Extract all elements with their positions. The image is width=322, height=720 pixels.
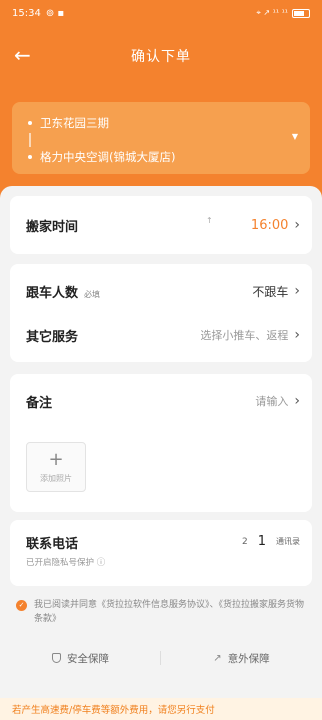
add-photo-button[interactable]: + 添加照片 xyxy=(26,442,86,492)
other-services-row[interactable]: 其它服务 选择小推车、返程 › xyxy=(26,320,300,350)
security-guarantee-label: 安全保障 xyxy=(67,652,109,665)
safety-divider xyxy=(160,651,161,665)
time-hint-mark: ↑ xyxy=(206,216,213,225)
agreement-links[interactable]: 我已阅读并同意《货拉拉软件信息服务协议》、《货拉拉搬家服务货物条款》 xyxy=(34,600,304,624)
other-services-value[interactable]: 选择小推车、返程 › xyxy=(200,327,300,343)
required-badge: 必填 xyxy=(84,289,101,299)
phone-prefix: 2 xyxy=(241,536,248,547)
shield-icon xyxy=(52,653,61,663)
route-start[interactable]: 卫东花园三期 xyxy=(28,115,109,131)
contacts-button[interactable]: 通讯录 xyxy=(276,536,300,547)
back-arrow-icon[interactable]: ← xyxy=(14,44,31,66)
service-card: 跟车人数 必填 不跟车 › 其它服务 选择小推车、返程 › xyxy=(10,264,312,362)
network-icons: ⌖ ↗ ¹¹ ¹¹ xyxy=(256,8,288,17)
accident-guarantee[interactable]: ↗ 意外保障 xyxy=(161,651,322,666)
privacy-protection-text: 已开启隐私号保护 ⓘ xyxy=(26,558,106,568)
riders-row[interactable]: 跟车人数 必填 不跟车 › xyxy=(26,276,300,306)
moving-time-value[interactable]: 16:00 › xyxy=(251,217,300,233)
chevron-right-icon: › xyxy=(294,217,300,233)
status-indicators: ⊚ ▪ xyxy=(45,7,65,19)
other-services-label: 其它服务 xyxy=(26,329,79,345)
route-end-address: 格力中央空调(锦城大厦店) xyxy=(40,150,176,164)
notice-text: 若产生高速费/停车费等额外费用，请您另行支付 xyxy=(12,705,215,716)
battery-icon xyxy=(292,8,310,18)
plus-icon: + xyxy=(48,448,64,470)
remarks-row[interactable]: 备注 请输入 › xyxy=(26,386,300,416)
external-link-icon: ↗ xyxy=(213,652,222,664)
agree-checkbox[interactable]: ✓ xyxy=(16,600,27,611)
extra-fee-notice: 若产生高速费/停车费等额外费用，请您另行支付 xyxy=(0,698,322,720)
chevron-right-icon: › xyxy=(294,283,300,299)
add-photo-label: 添加照片 xyxy=(40,473,72,483)
phone-number[interactable]: 1 xyxy=(258,534,266,549)
agreement-text: ✓ 我已阅读并同意《货拉拉软件信息服务协议》、《货拉拉搬家服务货物条款》 xyxy=(16,598,310,626)
phone-card: 联系电话 已开启隐私号保护 ⓘ 2 1 通讯录 xyxy=(10,520,312,586)
moving-time-label: 搬家时间 xyxy=(26,219,79,235)
expand-triangle-icon[interactable]: ▼ xyxy=(292,132,298,141)
remarks-input[interactable]: 请输入 › xyxy=(255,393,300,409)
safety-row: 安全保障 ↗ 意外保障 xyxy=(0,645,322,671)
moving-time-row[interactable]: 搬家时间 16:00 › xyxy=(26,210,300,240)
riders-label: 跟车人数 必填 xyxy=(26,285,101,301)
status-time: 15:34 xyxy=(12,7,41,19)
page-title: 确认下单 xyxy=(131,49,191,65)
accident-guarantee-label: 意外保障 xyxy=(227,652,270,665)
route-start-address: 卫东花园三期 xyxy=(40,116,109,130)
status-bar: 15:34 ⊚ ▪ ⌖ ↗ ¹¹ ¹¹ xyxy=(0,0,322,26)
chevron-right-icon: › xyxy=(294,327,300,343)
phone-label: 联系电话 xyxy=(26,536,79,552)
security-guarantee[interactable]: 安全保障 xyxy=(0,651,161,666)
nav-bar: ← 确认下单 xyxy=(0,38,322,74)
phone-entry[interactable]: 2 1 通讯录 xyxy=(242,534,300,549)
route-end[interactable]: 格力中央空调(锦城大厦店) xyxy=(28,149,175,165)
end-dot-icon xyxy=(28,155,32,159)
route-connector xyxy=(29,133,31,147)
remarks-label: 备注 xyxy=(26,395,53,411)
moving-time-card: 搬家时间 16:00 › ↑ xyxy=(10,196,312,254)
route-card[interactable]: 卫东花园三期 格力中央空调(锦城大厦店) ▼ xyxy=(12,102,310,174)
riders-value[interactable]: 不跟车 › xyxy=(252,283,300,300)
chevron-right-icon: › xyxy=(294,393,300,409)
start-dot-icon xyxy=(28,121,32,125)
